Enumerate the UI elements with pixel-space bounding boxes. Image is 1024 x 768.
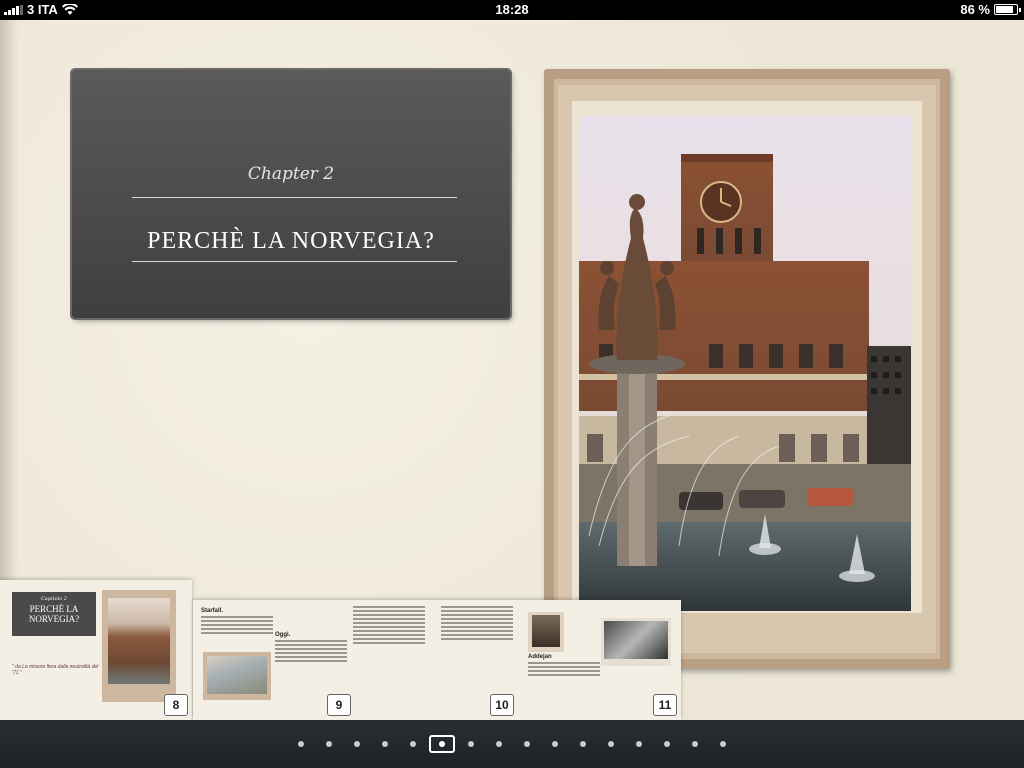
status-right: 86 % <box>960 2 1021 17</box>
page-scrubber-bar <box>0 720 1024 768</box>
thumbnail-page-8[interactable]: Capitolo 2 PERCHÈ LA NORVEGIA? " da La m… <box>0 580 192 720</box>
title-rule-top <box>132 197 457 198</box>
dot-icon <box>636 741 642 747</box>
dot-icon <box>580 741 586 747</box>
spread-photo-car <box>203 652 271 700</box>
page-dot-active[interactable] <box>429 735 455 753</box>
dot-icon <box>326 741 332 747</box>
battery-icon <box>994 4 1021 15</box>
page-dot[interactable] <box>569 734 597 754</box>
text-column-4 <box>441 606 513 706</box>
dot-icon <box>720 741 726 747</box>
page-dot[interactable] <box>343 734 371 754</box>
dot-icon <box>298 741 304 747</box>
thumbnail-spread-9-11[interactable]: Starfall. Oggi. Addejan 9 10 11 <box>193 600 681 720</box>
dot-icon <box>382 741 388 747</box>
page-number-9: 9 <box>327 694 351 716</box>
mini-chapter-label: Capitolo 2 <box>40 596 67 602</box>
dot-icon <box>496 741 502 747</box>
mini-photo <box>102 590 176 702</box>
dot-icon <box>410 741 416 747</box>
battery-fill <box>996 6 1014 13</box>
chapter-title-card: Chapter 2 PERCHÈ LA NORVEGIA? <box>72 70 510 318</box>
clock: 18:28 <box>495 2 529 17</box>
dot-icon <box>439 741 445 747</box>
section-heading-3: Addejan <box>528 654 552 660</box>
mini-chapter-title: PERCHÈ LA NORVEGIA? <box>28 604 80 624</box>
page-dot[interactable] <box>597 734 625 754</box>
battery-percent: 86 % <box>960 2 990 17</box>
page-thumbnail-strip: Capitolo 2 PERCHÈ LA NORVEGIA? " da La m… <box>0 580 1024 720</box>
page-number-11: 11 <box>653 694 677 716</box>
dot-icon <box>524 741 530 747</box>
mini-photo-image <box>108 598 170 684</box>
dot-icon <box>692 741 698 747</box>
page-dot[interactable] <box>513 734 541 754</box>
page-dot[interactable] <box>625 734 653 754</box>
page-dots[interactable] <box>0 720 1024 768</box>
chapter-photo[interactable] <box>579 116 911 611</box>
dot-icon <box>468 741 474 747</box>
page-dot[interactable] <box>315 734 343 754</box>
page-number-8: 8 <box>164 694 188 716</box>
page-number-10: 10 <box>490 694 514 716</box>
page-dot[interactable] <box>653 734 681 754</box>
dot-icon <box>552 741 558 747</box>
page-dot[interactable] <box>709 734 737 754</box>
page-dot[interactable] <box>485 734 513 754</box>
status-bar: 3 ITA 18:28 86 % <box>0 0 1024 20</box>
city-hall-fountain-image <box>579 116 911 611</box>
spread-bw-photo <box>601 618 671 666</box>
page-dot[interactable] <box>457 734 485 754</box>
text-column-3 <box>353 606 425 706</box>
page-dot[interactable] <box>541 734 569 754</box>
dot-icon <box>608 741 614 747</box>
chapter-title: PERCHÈ LA NORVEGIA? <box>147 228 435 254</box>
page-dot[interactable] <box>681 734 709 754</box>
chapter-label: Chapter 2 <box>247 164 335 184</box>
mini-quote: " da La miseria fiera dalla neutralità d… <box>12 664 99 676</box>
dot-icon <box>664 741 670 747</box>
page-dot[interactable] <box>287 734 315 754</box>
page-dot[interactable] <box>399 734 427 754</box>
section-heading-2: Oggi. <box>275 632 291 638</box>
section-heading-1: Starfall. <box>201 608 224 614</box>
spread-portrait-photo <box>528 612 564 652</box>
title-rule-bottom <box>132 261 457 262</box>
mini-title-card: Capitolo 2 PERCHÈ LA NORVEGIA? <box>12 592 96 636</box>
dot-icon <box>354 741 360 747</box>
page-dot[interactable] <box>371 734 399 754</box>
